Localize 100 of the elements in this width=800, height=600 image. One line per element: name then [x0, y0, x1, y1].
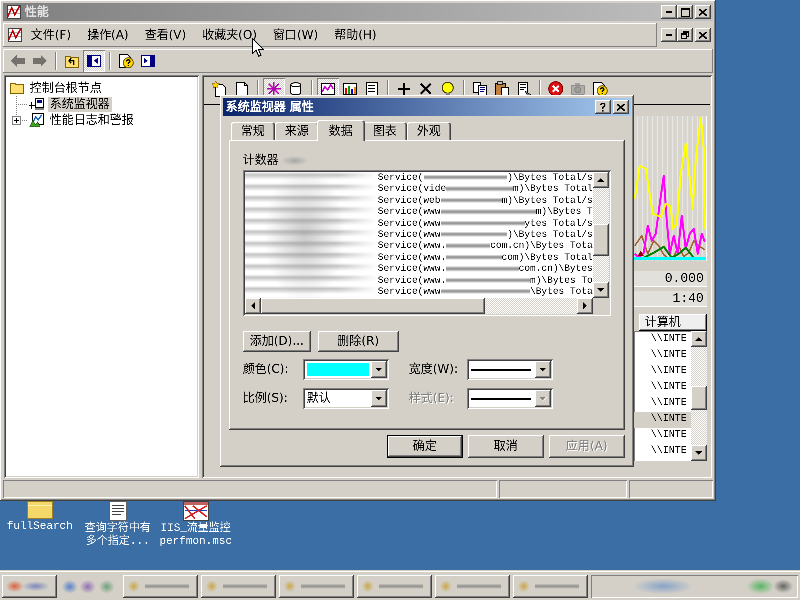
icon-label[interactable]: 查询字符中有 多个指定... [85, 523, 151, 549]
legend-row[interactable]: \\INTE [634, 332, 691, 348]
scroll-down-arrow-icon[interactable] [593, 282, 609, 298]
counter-text[interactable]: Service(www [378, 228, 441, 240]
scroll-up-arrow-icon[interactable] [691, 331, 707, 347]
scroll-left-arrow-icon[interactable] [245, 298, 261, 314]
legend-row[interactable]: \\INTE [634, 412, 691, 428]
taskbar-button[interactable] [279, 575, 354, 598]
tab[interactable]: 常规 [231, 122, 275, 140]
counter-text[interactable]: Service(www. [378, 240, 446, 252]
chart-icon[interactable] [183, 501, 209, 521]
new-page-icon [212, 81, 228, 97]
legend-row[interactable]: \\INTE [634, 428, 691, 444]
counter-text[interactable]: ytes Total/s [524, 218, 593, 229]
list-button[interactable]: 添加(D)... [243, 331, 311, 352]
menu-item[interactable]: 窗口(W) [265, 25, 326, 45]
taskbar-button[interactable] [357, 575, 432, 598]
taskbar-button[interactable] [123, 575, 198, 598]
icon-label[interactable]: IIS_流量监控 perfmon.msc [160, 523, 232, 549]
legend-row[interactable]: \\INTE [634, 444, 691, 460]
counter-text[interactable]: com.cn)\Bytes [518, 263, 593, 275]
legend-row[interactable]: \\INTE [634, 396, 691, 412]
counter-text[interactable]: Service(www [378, 218, 441, 229]
split-pane-icon [86, 53, 102, 69]
tree-item[interactable]: 控制台根节点 [28, 80, 104, 96]
menu-item[interactable]: 操作(A) [79, 25, 137, 45]
dropdown-arrow-icon[interactable] [371, 361, 387, 378]
list-button[interactable]: 删除(R) [318, 331, 399, 352]
toolbar-button[interactable] [83, 50, 105, 72]
close-button[interactable] [613, 100, 629, 114]
scroll-up-arrow-icon[interactable] [593, 172, 609, 188]
spark-icon [266, 81, 282, 97]
folder-icon [9, 80, 25, 96]
tree-item[interactable]: 系统监视器 [48, 96, 112, 112]
menu-item[interactable]: 文件(F) [23, 25, 80, 45]
left-arrow-icon [10, 53, 26, 69]
scrollbar-thumb[interactable] [261, 298, 485, 314]
counter-text[interactable]: com.cn)\Bytes Tota [490, 240, 593, 252]
minimize-button[interactable] [661, 28, 677, 42]
counter-text[interactable]: m)\Bytes Total/s [502, 194, 593, 206]
counter-text[interactable]: \Bytes Tota [530, 286, 593, 298]
taskbar-button[interactable] [435, 575, 510, 598]
close-icon [699, 32, 707, 38]
dropdown-arrow-icon[interactable] [535, 361, 551, 378]
legend-row[interactable]: \\INTE [634, 380, 691, 396]
counter-text[interactable]: Service(vide [378, 183, 446, 195]
maximize-button[interactable] [677, 5, 693, 19]
minimize-button[interactable] [661, 5, 677, 19]
counter-text[interactable]: Service( [378, 172, 424, 184]
field-label: 颜色(C): [243, 362, 289, 377]
tree-item[interactable]: 性能日志和警报 [48, 112, 136, 128]
folder-icon[interactable] [27, 501, 53, 519]
menu-item[interactable]: 收藏夹(O) [194, 25, 266, 45]
close-button[interactable] [695, 28, 711, 42]
field-label: 比例(S): [243, 391, 288, 406]
close-icon [699, 8, 707, 16]
tab[interactable]: 外观 [407, 122, 451, 140]
counter-text[interactable]: )\Bytes Total/s [507, 172, 593, 184]
counter-text[interactable]: Service(www. [378, 252, 446, 264]
start-button[interactable] [2, 575, 57, 598]
document-icon[interactable] [109, 501, 127, 521]
close-button[interactable] [695, 5, 711, 19]
counter-text[interactable]: Service(www [378, 206, 441, 218]
line-dropdown[interactable] [467, 359, 553, 380]
column-header[interactable]: 计算机 [639, 314, 707, 331]
taskbar-button[interactable] [513, 575, 588, 598]
counter-text[interactable]: com)\Bytes Total [502, 252, 593, 264]
counter-text[interactable]: Service(www. [378, 263, 446, 275]
counter-text[interactable]: Service(web [378, 194, 441, 206]
taskbar-button[interactable] [201, 575, 276, 598]
help-button[interactable] [595, 100, 611, 114]
counter-text[interactable]: m)\Bytes To [530, 274, 593, 286]
plus-icon [396, 81, 412, 97]
menu-item[interactable]: 查看(V) [136, 25, 194, 45]
scrollbar-thumb[interactable] [691, 386, 707, 410]
expand-icon[interactable] [12, 116, 21, 125]
tab[interactable]: 数据 [317, 120, 365, 141]
icon-label[interactable]: fullSearch [6, 521, 73, 534]
legend-row[interactable]: \\INTE [634, 364, 691, 380]
dialog-button[interactable]: 取消 [468, 435, 544, 458]
restore-button[interactable] [677, 28, 693, 42]
counter-text[interactable]: Service(www. [378, 274, 446, 286]
dropdown-arrow-icon[interactable] [371, 390, 387, 407]
menu-item[interactable]: 帮助(H) [326, 25, 385, 45]
tab[interactable]: 图表 [363, 122, 407, 140]
scroll-right-arrow-icon[interactable] [577, 298, 593, 314]
dialog-button[interactable]: 确定 [387, 435, 463, 458]
field-label: 样式(E): [409, 391, 454, 406]
color-dropdown[interactable] [303, 359, 389, 380]
legend-row[interactable]: \\INTE [634, 348, 691, 364]
counter-text[interactable]: m)\Bytes T [536, 206, 593, 218]
counter-text[interactable]: Service(www [378, 286, 441, 298]
dropdown[interactable]: 默认 [303, 388, 389, 409]
scroll-down-arrow-icon[interactable] [691, 445, 707, 461]
counter-text[interactable]: )\Bytes Total/s [507, 228, 593, 240]
window-title: 性能 [25, 4, 49, 20]
scrollbar-thumb[interactable] [593, 224, 609, 256]
counter-text[interactable]: m)\Bytes Total [513, 183, 593, 195]
line-sample-icon [471, 398, 531, 400]
tab[interactable]: 来源 [275, 122, 319, 140]
